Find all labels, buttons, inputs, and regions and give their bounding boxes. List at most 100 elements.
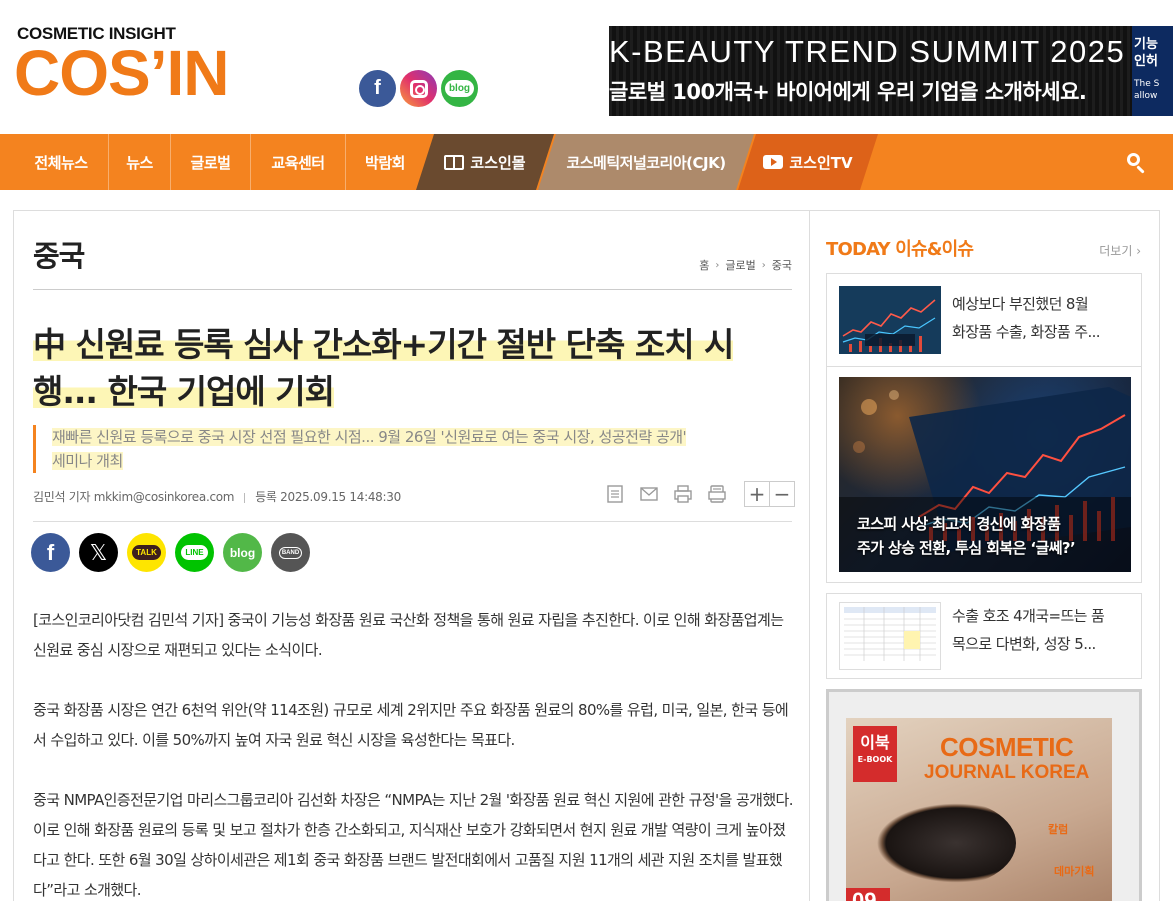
search-icon[interactable] bbox=[1124, 150, 1150, 176]
sidebar: TODAY 이슈&이슈 더보기 › 예상보다 부진했던 8월 화장품 수출, 화… bbox=[809, 210, 1160, 901]
nav-education[interactable]: 교육센터 bbox=[251, 134, 346, 190]
news-item[interactable]: 예상보다 부진했던 8월 화장품 수출, 화장품 주... bbox=[826, 273, 1142, 367]
facebook-icon[interactable]: f bbox=[359, 70, 396, 107]
nav-cjk[interactable]: 코스메틱저널코리아(CJK) bbox=[538, 134, 754, 190]
paragraph: [코스인코리아닷컴 김민석 기자] 중국이 기능성 화장품 원료 국산화 정책을… bbox=[33, 611, 784, 659]
share-band-button[interactable]: BAND bbox=[271, 533, 310, 572]
magazine-cover: 이북 E-BOOK COSMETIC JOURNAL KOREA 칼럼 데마기획… bbox=[846, 718, 1112, 901]
news-thumbnail bbox=[839, 286, 941, 354]
news-title: 수출 호조 4개국=뜨는 품 목으로 다변화, 성장 5... bbox=[952, 602, 1132, 658]
line-label: LINE bbox=[181, 545, 208, 560]
social-links: f blog bbox=[359, 70, 478, 107]
summit-banner[interactable]: K-BEAUTY TREND SUMMIT 2025 글로벌 100개국+ 바이… bbox=[609, 26, 1132, 116]
breadcrumb-global[interactable]: 글로벌 bbox=[725, 257, 755, 273]
cover-title: COSMETIC bbox=[940, 732, 1074, 762]
book-icon bbox=[444, 155, 464, 170]
side-banner-line1: 기능 bbox=[1134, 37, 1158, 52]
share-line-button[interactable]: LINE bbox=[175, 533, 214, 572]
list-icon[interactable] bbox=[602, 481, 628, 507]
ebook-badge-sub: E-BOOK bbox=[857, 755, 893, 764]
subtitle-line1: 재빠른 신원료 등록으로 중국 시장 선점 필요한 시점... 9월 26일 '… bbox=[52, 428, 687, 446]
nav-global[interactable]: 글로벌 bbox=[171, 134, 251, 190]
featured-line2: 주가 상승 전환, 투심 회복은 ‘글쎄?’ bbox=[857, 539, 1076, 557]
cover-subtitle: JOURNAL KOREA bbox=[924, 762, 1090, 783]
nav-news[interactable]: 뉴스 bbox=[109, 134, 171, 190]
divider bbox=[33, 289, 792, 290]
share-blog-button[interactable]: blog bbox=[223, 533, 262, 572]
cover-tag: 칼럼 bbox=[1048, 823, 1069, 836]
breadcrumb-home[interactable]: 홈 bbox=[699, 257, 709, 273]
author: 김민석 기자 mkkim@cosinkorea.com bbox=[33, 490, 235, 504]
paragraph: 중국 화장품 시장은 연간 6천억 위안(약 114조원) 규모로 세계 2위지… bbox=[33, 701, 789, 749]
headline-line2: 행... 한국 기업에 기회 bbox=[33, 372, 335, 411]
divider bbox=[33, 521, 792, 522]
news-title-line1: 예상보다 부진했던 8월 bbox=[952, 295, 1089, 313]
paragraph: 중국 NMPA인증전문기업 마리스그룹코리아 김선화 차장은 “NMPA는 지난… bbox=[33, 791, 794, 899]
article-tools: + − bbox=[602, 481, 795, 507]
news-thumbnail bbox=[839, 602, 941, 670]
banner-title: K-BEAUTY TREND SUMMIT 2025 bbox=[609, 34, 1126, 69]
share-buttons: f 𝕏 TALK LINE blog BAND bbox=[31, 533, 310, 572]
scrap-icon[interactable] bbox=[704, 481, 730, 507]
news-title-line2: 목으로 다변화, 성장 5... bbox=[952, 635, 1096, 653]
news-title: 예상보다 부진했던 8월 화장품 수출, 화장품 주... bbox=[952, 290, 1132, 346]
breadcrumb-china[interactable]: 중국 bbox=[772, 257, 792, 273]
ebook-promo[interactable]: 이북 E-BOOK COSMETIC JOURNAL KOREA 칼럼 데마기획… bbox=[826, 689, 1142, 901]
article-headline: 中 신원료 등록 심사 간소화+기간 절반 단축 조치 시 행... 한국 기업… bbox=[33, 321, 793, 415]
chevron-right-icon: › bbox=[715, 259, 720, 271]
email-icon[interactable] bbox=[636, 481, 662, 507]
blog-icon[interactable]: blog bbox=[441, 70, 478, 107]
more-link[interactable]: 더보기 › bbox=[1099, 242, 1141, 259]
side-banner[interactable]: 기능 인허 The S allow bbox=[1132, 26, 1173, 116]
nav-mall-label: 코스인몰 bbox=[470, 153, 526, 172]
print-icon[interactable] bbox=[670, 481, 696, 507]
cover-tag: 데마기획 bbox=[1054, 865, 1095, 878]
side-banner-small1: The S bbox=[1134, 79, 1160, 89]
article-body: [코스인코리아닷컴 김민석 기자] 중국이 기능성 화장품 원료 국산화 정책을… bbox=[33, 605, 795, 901]
more-label: 더보기 bbox=[1099, 244, 1133, 258]
logo-wordmark: COS’IN bbox=[14, 37, 229, 109]
ebook-badge-label: 이북 bbox=[860, 733, 890, 752]
video-play-icon bbox=[763, 155, 783, 169]
instagram-icon[interactable] bbox=[400, 70, 437, 107]
article-panel: 중국 홈 › 글로벌 › 중국 中 신원료 등록 심사 간소화+기간 절반 단축… bbox=[13, 210, 810, 901]
nav-all-news[interactable]: 전체뉴스 bbox=[14, 134, 109, 190]
sidebar-title: TODAY 이슈&이슈 bbox=[826, 239, 974, 260]
featured-caption: 코스피 사상 최고치 경신에 화장품 주가 상승 전환, 투심 회복은 ‘글쎄?… bbox=[857, 512, 1127, 560]
nav-tv-label: 코스인TV bbox=[789, 153, 853, 172]
main-nav: 전체뉴스 뉴스 글로벌 교육센터 박람회 코스인몰 코스메틱저널코리아(CJK)… bbox=[0, 134, 1173, 190]
chevron-right-icon: › bbox=[761, 259, 766, 271]
article-subtitle: 재빠른 신원료 등록으로 중국 시장 선점 필요한 시점... 9월 26일 '… bbox=[33, 425, 793, 473]
site-logo[interactable]: COSMETIC INSIGHT COS’IN bbox=[14, 24, 234, 109]
nav-mall[interactable]: 코스인몰 bbox=[416, 134, 554, 190]
news-featured-image: 코스피 사상 최고치 경신에 화장품 주가 상승 전환, 투심 회복은 ‘글쎄?… bbox=[839, 377, 1131, 572]
nav-cjk-label: 코스메틱저널코리아(CJK) bbox=[566, 153, 726, 172]
banner-subtitle: 글로벌 100개국+ 바이어에게 우리 기업을 소개하세요. bbox=[609, 80, 1087, 104]
byline: 김민석 기자 mkkim@cosinkorea.com 등록 2025.09.15… bbox=[33, 488, 401, 505]
font-decrease-button[interactable]: − bbox=[769, 481, 795, 507]
section-title: 중국 bbox=[33, 239, 85, 273]
share-x-button[interactable]: 𝕏 bbox=[79, 533, 118, 572]
font-increase-button[interactable]: + bbox=[744, 481, 770, 507]
issue-number: 09 bbox=[846, 888, 890, 901]
publish-date: 등록 2025.09.15 14:48:30 bbox=[255, 490, 401, 504]
kakao-label: TALK bbox=[132, 545, 161, 560]
featured-line1: 코스피 사상 최고치 경신에 화장품 bbox=[857, 515, 1061, 533]
subtitle-line2: 세미나 개최 bbox=[52, 452, 123, 470]
side-banner-line2: 인허 bbox=[1134, 54, 1158, 69]
news-item[interactable]: 수출 호조 4개국=뜨는 품 목으로 다변화, 성장 5... bbox=[826, 593, 1142, 679]
news-item-featured[interactable]: 코스피 사상 최고치 경신에 화장품 주가 상승 전환, 투심 회복은 ‘글쎄?… bbox=[826, 367, 1142, 583]
nav-tv[interactable]: 코스인TV bbox=[738, 134, 878, 190]
ebook-badge: 이북 E-BOOK bbox=[853, 726, 897, 782]
cover-photo bbox=[866, 798, 1016, 888]
site-header: COSMETIC INSIGHT COS’IN f blog K-BEAUTY … bbox=[0, 0, 1173, 134]
share-facebook-button[interactable]: f bbox=[31, 533, 70, 572]
nav-expo[interactable]: 박람회 bbox=[346, 134, 424, 190]
share-kakaotalk-button[interactable]: TALK bbox=[127, 533, 166, 572]
headline-line1: 中 신원료 등록 심사 간소화+기간 절반 단축 조치 시 bbox=[33, 325, 734, 364]
band-label: BAND bbox=[278, 546, 303, 559]
side-banner-small2: allow bbox=[1134, 91, 1158, 101]
news-title-line1: 수출 호조 4개국=뜨는 품 bbox=[952, 607, 1105, 625]
breadcrumb: 홈 › 글로벌 › 중국 bbox=[699, 257, 792, 273]
news-title-line2: 화장품 수출, 화장품 주... bbox=[952, 323, 1101, 341]
